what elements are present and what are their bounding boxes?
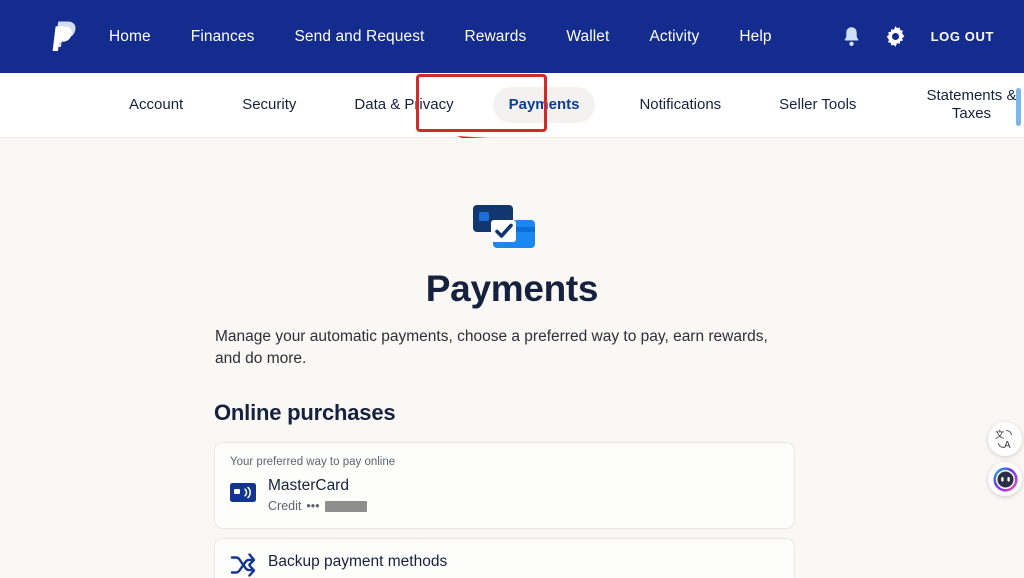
paypal-p-logo[interactable]	[47, 17, 81, 57]
top-nav-links: Home Finances Send and Request Rewards W…	[109, 22, 772, 52]
topnav-item-rewards[interactable]: Rewards	[464, 22, 526, 52]
top-bar-actions: LOG OUT	[839, 0, 1024, 73]
page-description: Manage your automatic payments, choose a…	[215, 328, 768, 368]
gear-icon[interactable]	[883, 24, 909, 50]
tab-security[interactable]: Security	[226, 87, 312, 123]
shuffle-arrows-icon	[230, 553, 256, 577]
card-name: MasterCard	[268, 477, 349, 494]
top-navigation-bar: Home Finances Send and Request Rewards W…	[0, 0, 1024, 73]
logout-button[interactable]: LOG OUT	[931, 29, 994, 44]
translate-icon[interactable]: 文 A	[988, 422, 1022, 456]
tab-seller-tools[interactable]: Seller Tools	[763, 87, 872, 123]
tab-data-privacy[interactable]: Data & Privacy	[338, 87, 469, 123]
topnav-item-help[interactable]: Help	[739, 22, 771, 52]
ai-assistant-icon[interactable]	[988, 462, 1022, 496]
card-details: Credit •••	[268, 499, 368, 513]
online-purchases-card[interactable]: Your preferred way to pay online MasterC…	[214, 442, 795, 529]
vertical-scrollbar-thumb[interactable]	[1016, 88, 1021, 126]
section-title-online-purchases: Online purchases	[214, 400, 396, 425]
topnav-item-send-and-request[interactable]: Send and Request	[294, 22, 424, 52]
payment-cards-check-icon	[473, 205, 535, 248]
topnav-item-wallet[interactable]: Wallet	[566, 22, 609, 52]
tab-notifications[interactable]: Notifications	[623, 87, 737, 123]
page-title: Payments	[425, 268, 599, 309]
preferred-way-label: Your preferred way to pay online	[230, 456, 396, 468]
card-mask-dots: •••	[306, 499, 320, 513]
bell-icon[interactable]	[839, 24, 865, 50]
topnav-item-home[interactable]: Home	[109, 22, 151, 52]
tab-account[interactable]: Account	[113, 87, 199, 123]
credit-card-contactless-icon	[230, 483, 256, 502]
tab-payments[interactable]: Payments	[492, 86, 596, 124]
tab-statements-taxes[interactable]: Statements & Taxes	[910, 78, 1024, 133]
topnav-item-finances[interactable]: Finances	[191, 22, 255, 52]
backup-title: Backup payment methods	[268, 553, 448, 570]
backup-payment-methods-card[interactable]: Backup payment methods Set up	[214, 538, 795, 578]
redacted-card-digits	[325, 500, 368, 512]
main-content: Payments Manage your automatic payments,…	[0, 138, 1024, 578]
card-type-label: Credit	[268, 499, 302, 513]
svg-text:A: A	[1004, 440, 1011, 450]
browser-page: Home Finances Send and Request Rewards W…	[0, 0, 1024, 578]
topnav-item-activity[interactable]: Activity	[649, 22, 699, 52]
settings-tab-bar: Account Security Data & Privacy Payments…	[0, 73, 1024, 138]
